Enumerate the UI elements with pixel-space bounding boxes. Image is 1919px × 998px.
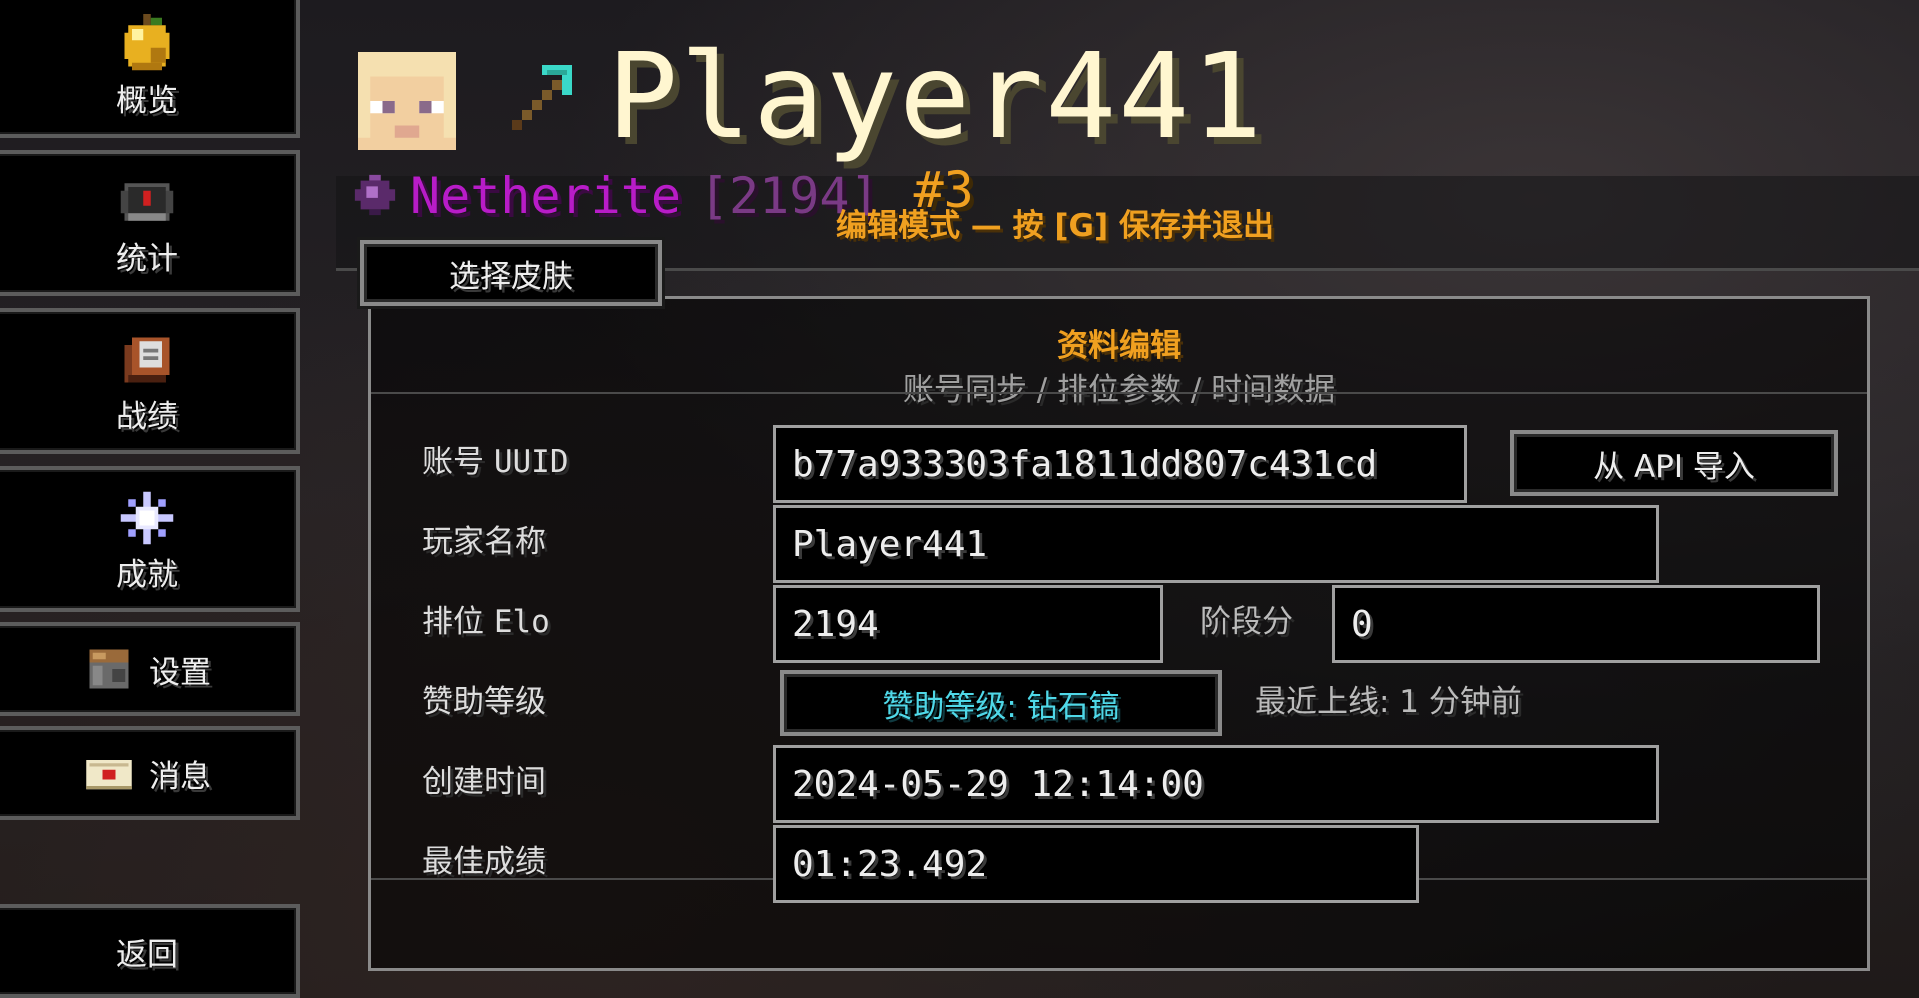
sidebar: 概览 统计 战绩 成就 设置 消息 返回 [0,0,306,998]
player-name: Player441 [607,27,1265,165]
elo-label: 排位 Elo [422,596,550,641]
back-button[interactable]: 返回 [0,904,300,998]
netherite-tier-icon [354,174,396,216]
tier-name: Netherite [410,167,681,225]
sidebar-item-stats[interactable]: 统计 [0,150,300,296]
last-online-text: 最近上线: 1 分钟前 [1255,684,1522,720]
sidebar-item-label: 战绩 [116,399,178,435]
created-time-field[interactable]: 2024-05-29 12:14:00 [773,745,1659,823]
edit-mode-banner: 编辑模式 — 按 [G] 保存并退出 [836,208,1274,244]
player-avatar [358,52,456,150]
sidebar-item-label: 消息 [149,758,211,795]
uuid-label-en: UUID [493,444,569,480]
player-name-field[interactable]: Player441 [773,505,1659,583]
golden-apple-icon [124,14,170,71]
sidebar-item-achievements[interactable]: 成就 [0,466,300,612]
nether-star-icon [120,491,174,545]
panel-subtitle: 账号同步 / 排位参数 / 时间数据 [902,372,1336,408]
best-time-label: 最佳成绩 [422,844,546,880]
sidebar-item-label: 概览 [116,83,178,119]
import-from-api-button[interactable]: 从 API 导入 [1510,430,1838,496]
sponsor-tier-button[interactable]: 赞助等级: 钻石镐 [780,670,1222,736]
select-skin-button[interactable]: 选择皮肤 [360,240,662,306]
elo-field[interactable]: 2194 [773,585,1163,663]
sidebar-item-records[interactable]: 战绩 [0,308,300,454]
sidebar-item-settings[interactable]: 设置 [0,622,300,716]
uuid-field[interactable]: b77a933303fa1811dd807c431cd [773,425,1467,503]
sidebar-item-label: 统计 [116,241,178,277]
crafting-table-icon [89,649,129,689]
sidebar-item-label: 成就 [116,557,178,593]
stage-score-label: 阶段分 [1200,604,1293,640]
diamond-pickaxe-icon [512,65,572,130]
compass-icon [120,183,174,221]
panel-divider [371,392,1867,394]
sidebar-item-overview[interactable]: 概览 [0,0,300,138]
elo-label-cn: 排位 [422,604,484,640]
panel-title: 资料编辑 [1057,328,1181,364]
uuid-label: 账号 UUID [422,436,569,481]
best-time-field[interactable]: 01:23.492 [773,825,1419,903]
elo-label-en: Elo [493,604,550,640]
book-icon [124,337,170,383]
sidebar-item-messages[interactable]: 消息 [0,726,300,820]
stage-score-field[interactable]: 0 [1332,585,1820,663]
back-button-label: 返回 [116,936,178,973]
sponsor-label: 赞助等级 [422,684,546,720]
envelope-icon [86,760,132,790]
player-name-label: 玩家名称 [422,524,546,560]
sidebar-item-label: 设置 [149,654,211,691]
uuid-label-cn: 账号 [422,444,484,480]
created-time-label: 创建时间 [422,764,546,800]
